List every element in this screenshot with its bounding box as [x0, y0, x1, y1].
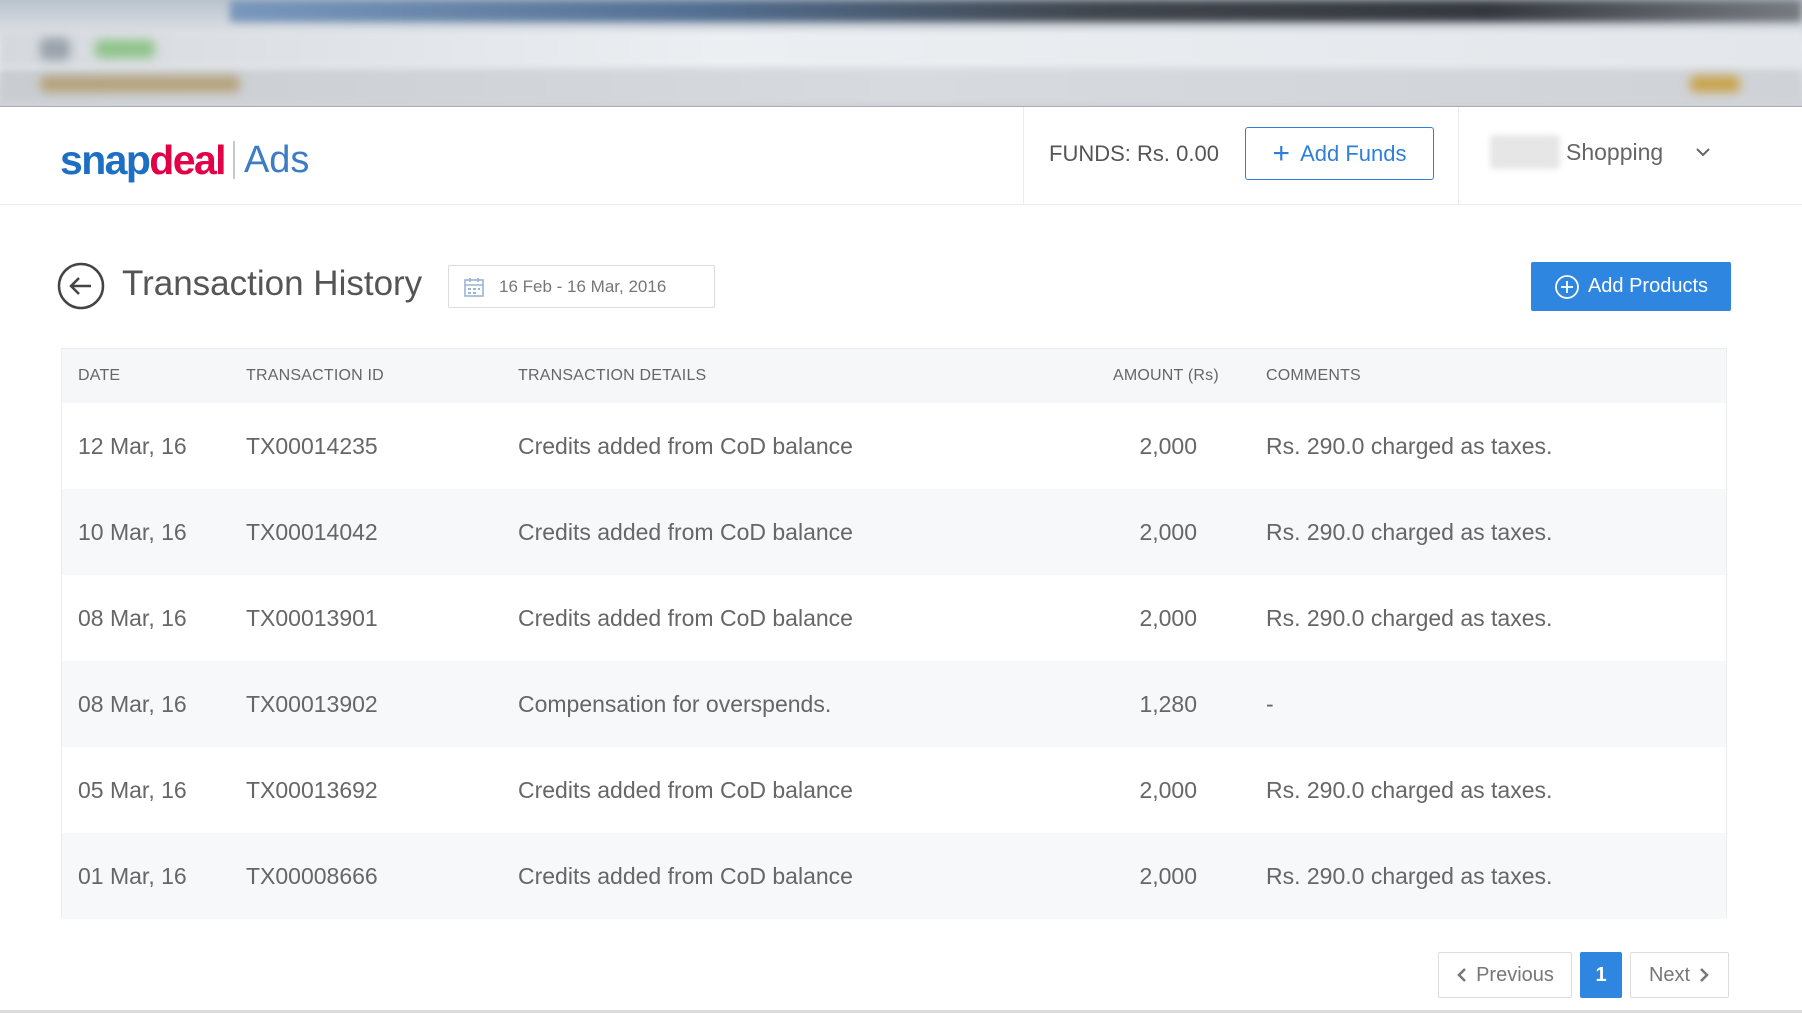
- cell-transaction-id: TX00014235: [246, 433, 378, 459]
- cell-details: Credits added from CoD balance: [518, 777, 853, 803]
- add-funds-button[interactable]: + Add Funds: [1245, 127, 1434, 180]
- cell-comment: -: [1266, 691, 1274, 717]
- column-header-amount[interactable]: AMOUNT (Rs): [1113, 367, 1219, 385]
- plus-circle-icon: [1555, 274, 1579, 299]
- table-row[interactable]: 12 Mar, 16 TX00014235 Credits added from…: [62, 403, 1726, 489]
- table-row[interactable]: 05 Mar, 16 TX00013692 Credits added from…: [62, 747, 1726, 833]
- chevron-left-icon: [1457, 968, 1466, 982]
- cell-date: 08 Mar, 16: [78, 605, 187, 631]
- chevron-right-icon: [1700, 968, 1709, 982]
- cell-date: 08 Mar, 16: [78, 691, 187, 717]
- cell-details: Compensation for overspends.: [518, 691, 832, 717]
- previous-label: Previous: [1476, 963, 1554, 986]
- column-header-transaction-details[interactable]: TRANSACTION DETAILS: [518, 367, 706, 385]
- cell-amount: 2,000: [1139, 519, 1197, 545]
- cell-comment: Rs. 290.0 charged as taxes.: [1266, 519, 1553, 545]
- calendar-icon: [464, 277, 484, 297]
- bookmark-item: [1690, 76, 1740, 92]
- cell-date: 12 Mar, 16: [78, 433, 187, 459]
- pagination-previous-button[interactable]: Previous: [1438, 952, 1572, 998]
- add-products-label: Add Products: [1587, 275, 1709, 297]
- next-label: Next: [1648, 963, 1691, 986]
- cell-amount: 2,000: [1139, 863, 1197, 889]
- add-funds-label: Add Funds: [1300, 140, 1407, 166]
- cell-transaction-id: TX00013902: [246, 691, 378, 717]
- current-page-number: 1: [1595, 963, 1607, 986]
- snapdeal-ads-logo[interactable]: snapdeal Ads: [60, 137, 309, 183]
- column-header-transaction-id[interactable]: TRANSACTION ID: [246, 367, 384, 385]
- browser-secure-indicator: [95, 40, 155, 58]
- cell-date: 10 Mar, 16: [78, 519, 187, 545]
- avatar: [1490, 135, 1560, 169]
- cell-comment: Rs. 290.0 charged as taxes.: [1266, 777, 1553, 803]
- column-header-comments[interactable]: COMMENTS: [1266, 367, 1361, 385]
- table-row[interactable]: 08 Mar, 16 TX00013902 Compensation for o…: [62, 661, 1726, 747]
- cell-details: Credits added from CoD balance: [518, 433, 853, 459]
- logo-ads-text: Ads: [243, 139, 310, 181]
- chevron-down-icon: [1696, 148, 1710, 157]
- column-header-date[interactable]: DATE: [78, 367, 120, 385]
- cell-amount: 2,000: [1139, 777, 1197, 803]
- cell-details: Credits added from CoD balance: [518, 519, 853, 545]
- add-products-button[interactable]: Add Products: [1531, 262, 1731, 311]
- pagination-page-1[interactable]: 1: [1580, 952, 1622, 998]
- logo-divider: [232, 141, 235, 179]
- cell-date: 05 Mar, 16: [78, 777, 187, 803]
- cell-comment: Rs. 290.0 charged as taxes.: [1266, 433, 1553, 459]
- app-header: snapdeal Ads FUNDS: Rs. 0.00 + Add Funds…: [0, 107, 1802, 205]
- cell-amount: 1,280: [1139, 691, 1197, 717]
- browser-address-bar: [0, 32, 1802, 66]
- cell-transaction-id: TX00014042: [246, 519, 378, 545]
- browser-tab-strip: [230, 0, 1802, 22]
- browser-chrome: [0, 0, 1802, 107]
- transaction-table: DATE TRANSACTION ID TRANSACTION DETAILS …: [61, 348, 1727, 919]
- cell-details: Credits added from CoD balance: [518, 605, 853, 631]
- plus-icon: +: [1272, 136, 1291, 170]
- cell-transaction-id: TX00013692: [246, 777, 378, 803]
- bookmark-item: [40, 76, 240, 92]
- cell-date: 01 Mar, 16: [78, 863, 187, 889]
- page-title: Transaction History: [122, 264, 423, 303]
- header-divider: [1023, 107, 1024, 205]
- date-range-value: 16 Feb - 16 Mar, 2016: [499, 276, 667, 296]
- cell-transaction-id: TX00008666: [246, 863, 378, 889]
- cell-transaction-id: TX00013901: [246, 605, 378, 631]
- cell-comment: Rs. 290.0 charged as taxes.: [1266, 863, 1553, 889]
- account-name: Shopping: [1566, 138, 1664, 165]
- date-range-picker[interactable]: 16 Feb - 16 Mar, 2016: [448, 265, 715, 308]
- account-menu[interactable]: Shopping: [1490, 135, 1713, 169]
- funds-balance: FUNDS: Rs. 0.00: [1049, 141, 1219, 166]
- logo-wordmark: snapdeal: [60, 137, 227, 183]
- pagination-next-button[interactable]: Next: [1630, 952, 1729, 998]
- table-row[interactable]: 08 Mar, 16 TX00013901 Credits added from…: [62, 575, 1726, 661]
- table-row[interactable]: 01 Mar, 16 TX00008666 Credits added from…: [62, 833, 1726, 919]
- browser-bookmarks-bar: [0, 70, 1802, 102]
- cell-details: Credits added from CoD balance: [518, 863, 853, 889]
- cell-amount: 2,000: [1139, 605, 1197, 631]
- browser-button: [40, 38, 70, 60]
- table-header: DATE TRANSACTION ID TRANSACTION DETAILS …: [62, 349, 1726, 403]
- back-arrow-icon[interactable]: [57, 262, 105, 310]
- table-row[interactable]: 10 Mar, 16 TX00014042 Credits added from…: [62, 489, 1726, 575]
- header-divider: [1458, 107, 1459, 205]
- cell-comment: Rs. 290.0 charged as taxes.: [1266, 605, 1553, 631]
- cell-amount: 2,000: [1139, 433, 1197, 459]
